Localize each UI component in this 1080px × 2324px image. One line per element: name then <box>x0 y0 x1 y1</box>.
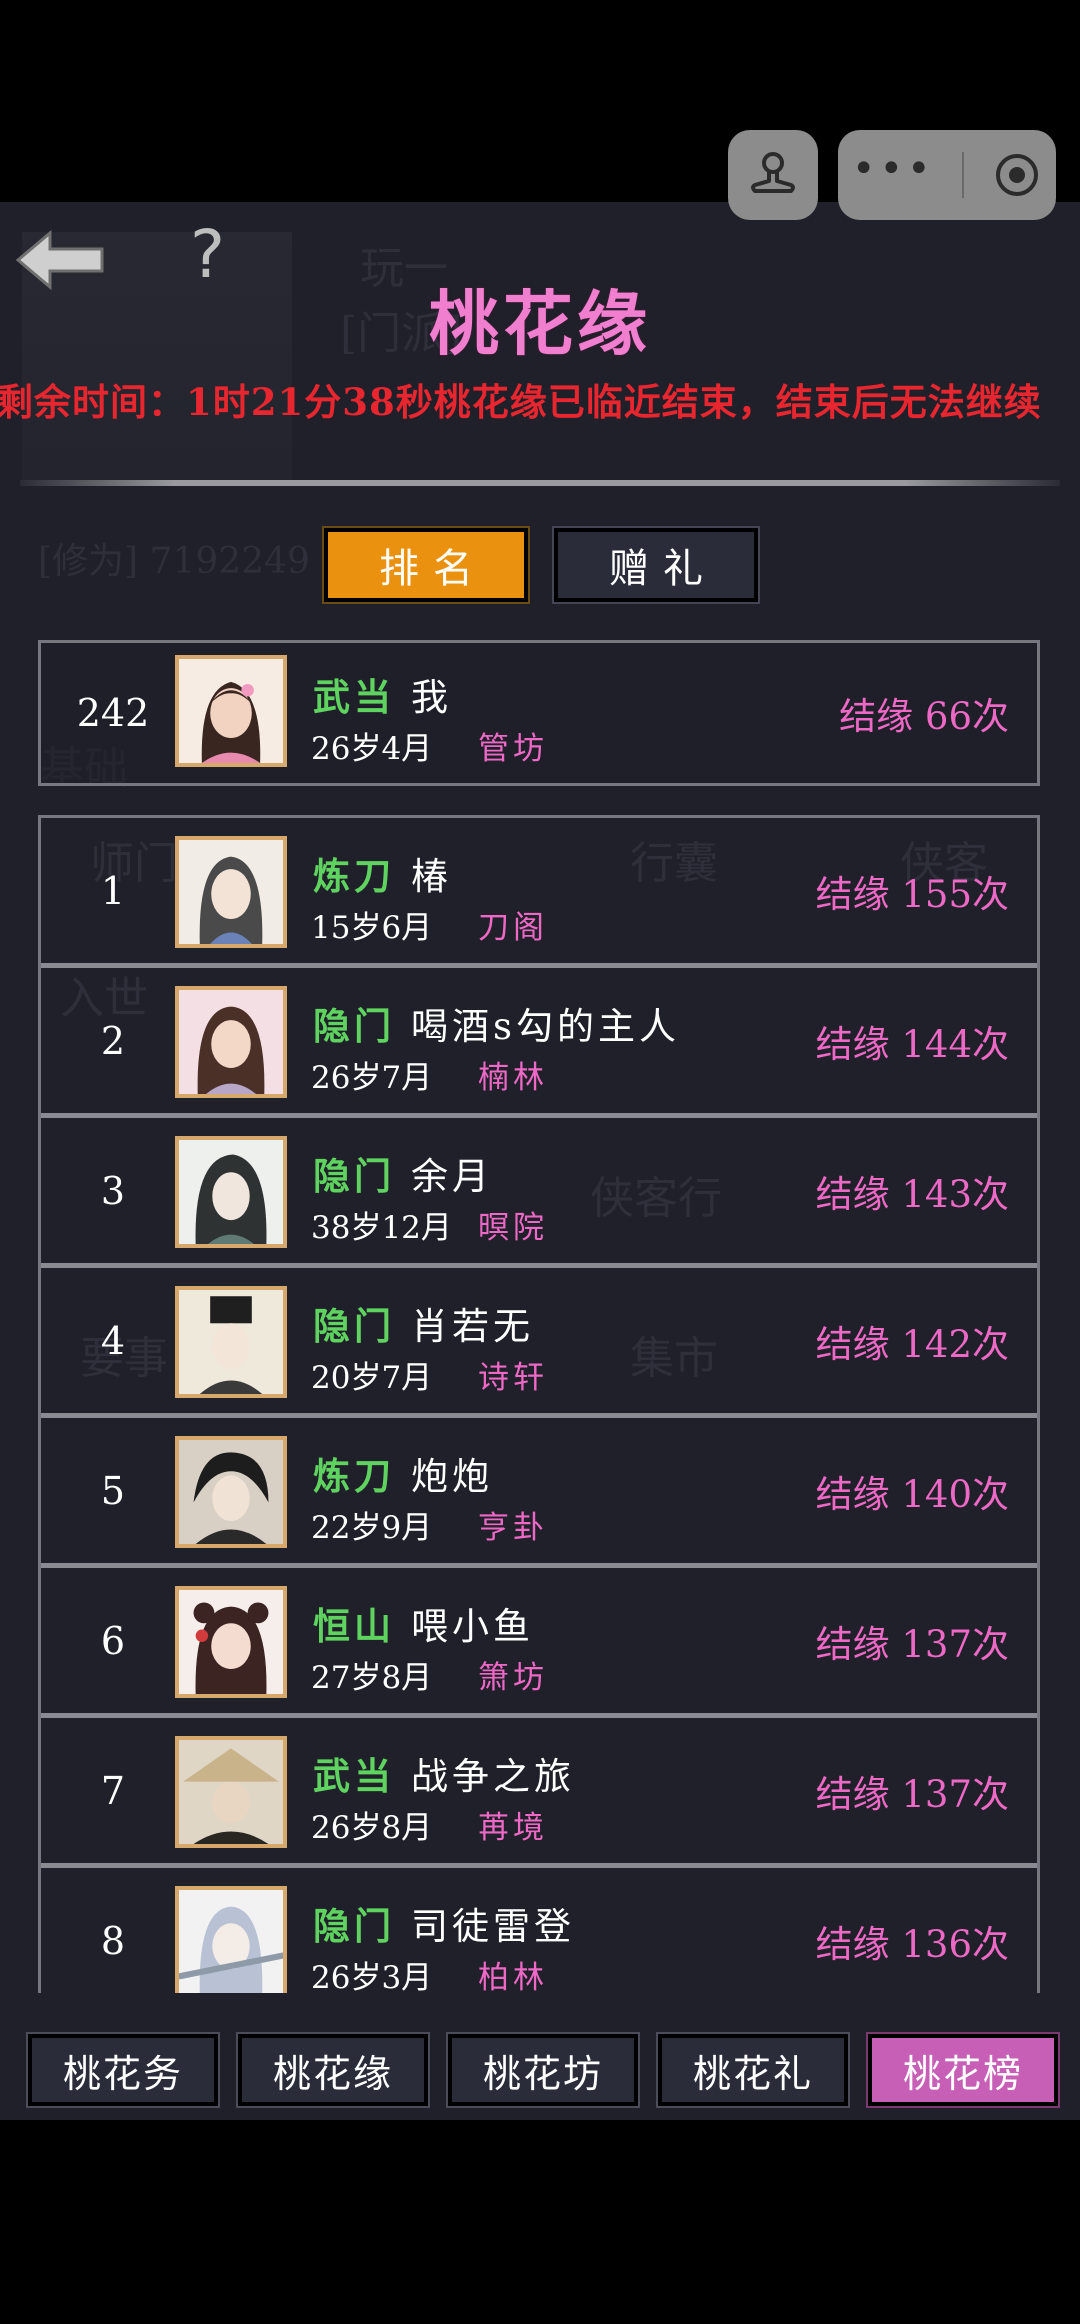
avatar[interactable] <box>175 1436 287 1548</box>
list-item[interactable]: 5 炼刀 炮炮 22岁9月 亨卦 结缘 140次 <box>41 1418 1037 1568</box>
player-age: 26岁7月 <box>311 1060 433 1096</box>
player-age: 20岁7月 <box>311 1360 433 1396</box>
player-age: 26岁8月 <box>311 1810 433 1846</box>
joystick-icon <box>751 152 795 193</box>
target-circle-icon[interactable] <box>992 150 1042 200</box>
player-residence: 苒境 <box>478 1810 548 1846</box>
tab-peach-ranking[interactable]: 桃花榜 <box>868 2034 1058 2106</box>
player-name: 战争之旅 <box>411 1755 575 1798</box>
rank-number: 242 <box>76 691 150 735</box>
divider <box>20 480 1060 486</box>
miniapp-capsule: ••• <box>838 130 1056 220</box>
avatar[interactable] <box>175 655 287 767</box>
sect-label: 恒山 <box>313 1604 395 1648</box>
avatar[interactable] <box>175 836 287 948</box>
sect-label: 隐门 <box>313 1304 395 1348</box>
rank-number: 7 <box>100 1768 126 1813</box>
player-name: 喝酒s勾的主人 <box>411 1005 680 1048</box>
rank-number: 4 <box>100 1318 126 1363</box>
tab-peach-gifts[interactable]: 桃花礼 <box>658 2034 848 2106</box>
rank-number: 1 <box>100 868 126 913</box>
ranking-list[interactable]: 1 炼刀 椿 15岁6月 刀阁 结缘 155次 2 隐门 喝酒s勾的主人 26岁… <box>38 815 1040 1993</box>
joystick-button[interactable] <box>728 130 818 220</box>
player-name: 喂小鱼 <box>411 1605 534 1648</box>
tab-peach-tasks[interactable]: 桃花务 <box>28 2034 218 2106</box>
sect-label: 武当 <box>313 675 395 719</box>
player-residence: 柏林 <box>478 1960 548 1993</box>
player-age: 26岁3月 <box>311 1960 433 1993</box>
more-dots-icon[interactable]: ••• <box>852 149 935 189</box>
avatar[interactable] <box>175 1736 287 1848</box>
player-residence: 暝院 <box>478 1210 548 1246</box>
player-age: 26岁4月 <box>311 731 433 767</box>
tab-ranking[interactable]: 排名 <box>324 528 528 602</box>
player-age: 38岁12月 <box>311 1210 452 1246</box>
sect-label: 隐门 <box>313 1154 395 1198</box>
rank-number: 6 <box>100 1618 126 1663</box>
tab-peach-fate[interactable]: 桃花缘 <box>238 2034 428 2106</box>
remaining-time-notice: 剩余时间：1时21分38秒桃花缘已临近结束，结束后无法继续 <box>0 380 1042 424</box>
bond-count: 结缘 142次 <box>815 1322 1009 1366</box>
player-name: 炮炮 <box>411 1455 493 1498</box>
bond-count: 结缘 143次 <box>815 1172 1009 1216</box>
bond-count: 结缘 137次 <box>815 1622 1009 1666</box>
bond-count: 结缘 137次 <box>815 1772 1009 1816</box>
sect-label: 炼刀 <box>313 854 395 898</box>
player-residence: 楠林 <box>478 1060 548 1096</box>
background-text: [修为] 7192249 <box>38 541 310 582</box>
player-name: 余月 <box>411 1155 493 1198</box>
rank-number: 5 <box>100 1468 126 1513</box>
sect-label: 隐门 <box>313 1004 395 1048</box>
rank-number: 2 <box>100 1018 126 1063</box>
player-age: 22岁9月 <box>311 1510 433 1546</box>
player-name: 我 <box>411 676 452 719</box>
avatar[interactable] <box>175 1886 287 1993</box>
player-name: 司徒雷登 <box>411 1905 575 1948</box>
bond-count: 结缘 140次 <box>815 1472 1009 1516</box>
sect-label: 炼刀 <box>313 1454 395 1498</box>
avatar[interactable] <box>175 1586 287 1698</box>
list-item[interactable]: 8 隐门 司徒雷登 26岁3月 柏林 结缘 136次 <box>41 1868 1037 1993</box>
sect-label: 隐门 <box>313 1904 395 1948</box>
list-item[interactable]: 3 隐门 余月 38岁12月 暝院 结缘 143次 <box>41 1118 1037 1268</box>
avatar[interactable] <box>175 1286 287 1398</box>
list-item[interactable]: 7 武当 战争之旅 26岁8月 苒境 结缘 137次 <box>41 1718 1037 1868</box>
tab-peach-shop[interactable]: 桃花坊 <box>448 2034 638 2106</box>
page-title: 桃花缘 <box>429 282 651 365</box>
tab-gift[interactable]: 赠礼 <box>554 528 758 602</box>
rank-number: 3 <box>100 1168 126 1213</box>
bond-count: 结缘 66次 <box>839 695 1009 738</box>
player-residence: 箫坊 <box>478 1660 548 1696</box>
player-age: 27岁8月 <box>311 1660 433 1696</box>
player-name: 椿 <box>411 855 452 898</box>
player-name: 肖若无 <box>411 1305 534 1348</box>
player-residence: 刀阁 <box>478 910 548 946</box>
list-item[interactable]: 4 隐门 肖若无 20岁7月 诗轩 结缘 142次 <box>41 1268 1037 1418</box>
avatar[interactable] <box>175 1136 287 1248</box>
capsule-divider <box>962 152 965 198</box>
list-item[interactable]: 2 隐门 喝酒s勾的主人 26岁7月 楠林 结缘 144次 <box>41 968 1037 1118</box>
player-age: 15岁6月 <box>311 910 433 946</box>
bond-count: 结缘 144次 <box>815 1022 1009 1066</box>
bond-count: 结缘 155次 <box>815 872 1009 916</box>
list-item[interactable]: 6 恒山 喂小鱼 27岁8月 箫坊 结缘 137次 <box>41 1568 1037 1718</box>
my-ranking-row: 242 武当 我 26岁4月 管坊 结缘 66次 <box>38 640 1040 786</box>
sect-label: 武当 <box>313 1754 395 1798</box>
player-residence: 亨卦 <box>478 1510 548 1546</box>
rank-number: 8 <box>100 1918 126 1963</box>
player-residence: 管坊 <box>478 731 548 767</box>
player-residence: 诗轩 <box>478 1360 548 1396</box>
list-item[interactable]: 1 炼刀 椿 15岁6月 刀阁 结缘 155次 <box>41 818 1037 968</box>
bond-count: 结缘 136次 <box>815 1922 1009 1966</box>
avatar[interactable] <box>175 986 287 1098</box>
